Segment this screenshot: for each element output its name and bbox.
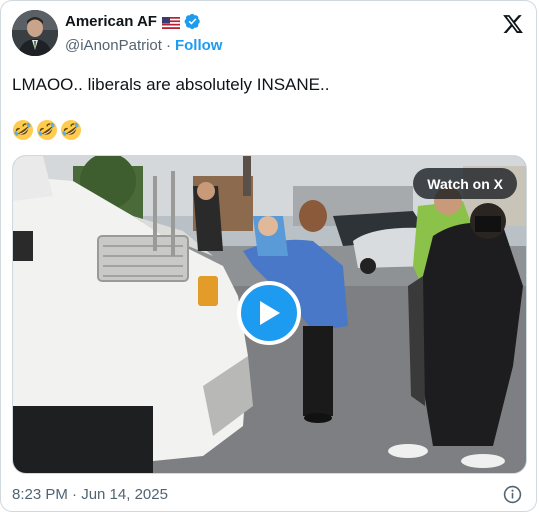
play-button[interactable] bbox=[237, 281, 301, 345]
play-icon bbox=[260, 301, 280, 325]
follow-button[interactable]: Follow bbox=[175, 37, 223, 54]
display-name[interactable]: American AF bbox=[65, 13, 157, 30]
handle[interactable]: @iAnonPatriot bbox=[65, 37, 162, 54]
rolling-laughing-emoji-icon bbox=[12, 119, 34, 141]
separator-dot: · bbox=[165, 37, 171, 54]
info-icon[interactable] bbox=[503, 485, 522, 504]
avatar[interactable] bbox=[12, 10, 58, 56]
rolling-laughing-emoji-icon bbox=[60, 119, 82, 141]
tweet-text: LMAOO.. liberals are absolutely INSANE.. bbox=[12, 75, 330, 94]
verified-badge-icon bbox=[184, 13, 201, 30]
x-logo-icon[interactable] bbox=[502, 13, 524, 35]
watch-on-x-button[interactable]: Watch on X bbox=[413, 168, 517, 199]
emoji-row bbox=[12, 119, 82, 141]
video-thumbnail[interactable]: Watch on X bbox=[12, 155, 527, 474]
flag-us-icon bbox=[161, 16, 181, 29]
rolling-laughing-emoji-icon bbox=[36, 119, 58, 141]
tweet-timestamp[interactable]: 8:23 PM · Jun 14, 2025 bbox=[12, 486, 168, 503]
embedded-tweet-card[interactable]: American AF @iAnonPatriot · Follow LMAOO… bbox=[0, 0, 537, 512]
